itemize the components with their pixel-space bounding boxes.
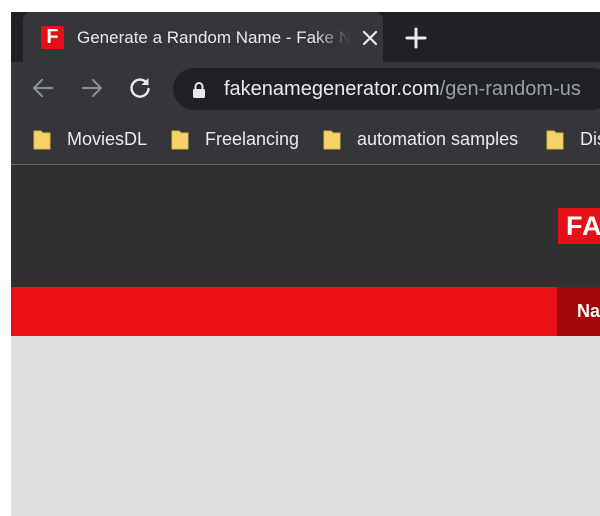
bookmark-label: Dis: [580, 129, 600, 149]
browser-toolbar: fakenamegenerator.com/gen-random-us: [11, 62, 600, 114]
site-nav-bar: Name: [11, 287, 600, 336]
site-favicon: F: [41, 26, 64, 49]
browser-window: F Generate a Random Name - Fake Name Gen…: [11, 12, 600, 516]
close-tab-icon[interactable]: [357, 25, 383, 51]
tab-title: Generate a Random Name - Fake Name Gener…: [77, 28, 351, 47]
bookmarks-bar: MoviesDL Freelancing automation samples …: [11, 114, 600, 165]
bookmark-label: Freelancing: [205, 129, 300, 149]
folder-icon: [33, 130, 51, 150]
tab-strip: F Generate a Random Name - Fake Name Gen…: [11, 12, 600, 62]
page-body: [11, 336, 600, 516]
url-text[interactable]: fakenamegenerator.com/gen-random-us: [224, 77, 581, 101]
folder-icon: [323, 130, 341, 150]
lock-icon[interactable]: [191, 81, 207, 99]
site-logo[interactable]: FAKE: [558, 208, 600, 244]
back-arrow-icon[interactable]: [29, 74, 57, 102]
address-bar[interactable]: fakenamegenerator.com/gen-random-us: [173, 68, 600, 110]
site-header: FAKE: [11, 165, 600, 287]
folder-icon: [171, 130, 189, 150]
forward-arrow-icon[interactable]: [78, 74, 106, 102]
nav-item-name[interactable]: Name: [557, 287, 600, 336]
new-tab-icon[interactable]: [401, 23, 431, 53]
url-host: fakenamegenerator.com: [224, 78, 440, 100]
folder-icon: [546, 130, 564, 150]
bookmark-label: automation samples: [357, 129, 519, 149]
url-path: /gen-random-us: [439, 78, 581, 100]
active-tab[interactable]: F Generate a Random Name - Fake Name Gen…: [23, 12, 383, 62]
bookmark-label: MoviesDL: [67, 129, 148, 149]
reload-icon[interactable]: [126, 74, 154, 102]
